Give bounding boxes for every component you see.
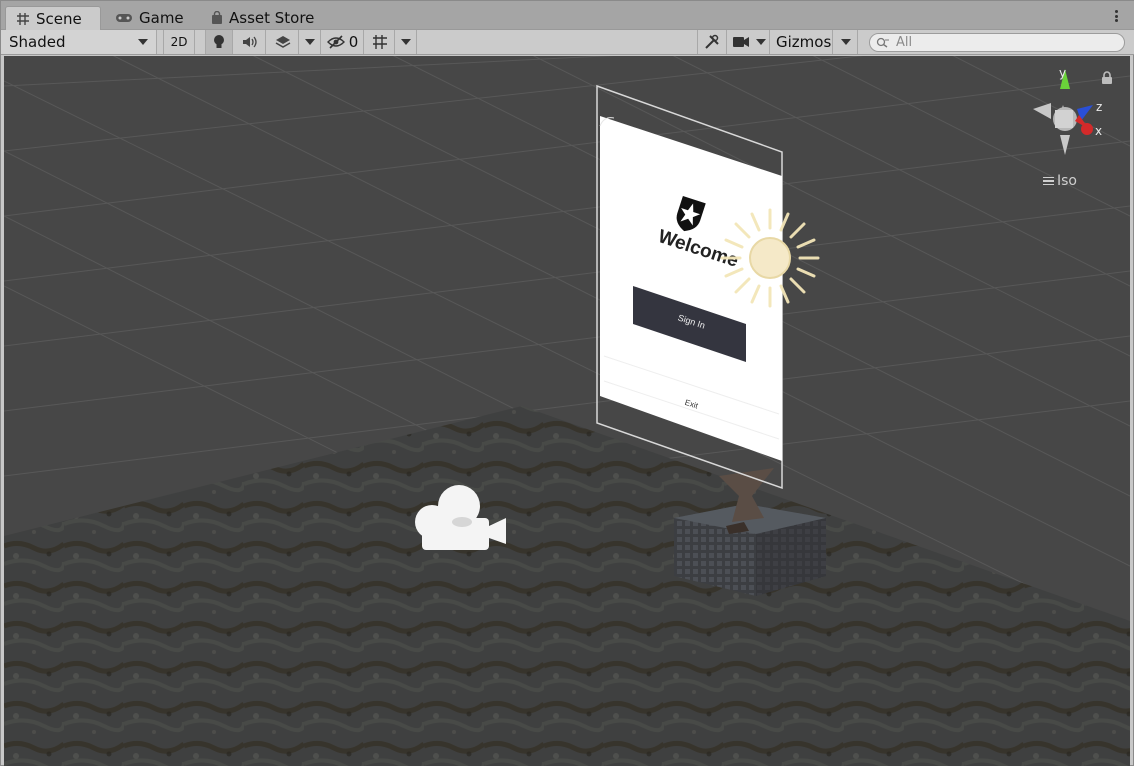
grid-snap-icon xyxy=(372,35,387,49)
search-icon xyxy=(876,37,889,48)
shading-mode-value: Shaded xyxy=(9,33,66,51)
gizmos-dropdown-button[interactable] xyxy=(834,30,858,54)
tab-game[interactable]: Game xyxy=(105,6,195,30)
grid-toggle-button[interactable] xyxy=(365,30,395,54)
camera-settings-button[interactable] xyxy=(728,30,770,54)
menu-icon xyxy=(1043,176,1054,186)
projection-toggle[interactable]: Iso xyxy=(1043,173,1077,189)
shading-mode-dropdown[interactable]: Shaded xyxy=(1,30,157,54)
tab-asset-store-label: Asset Store xyxy=(229,9,315,27)
layers-icon xyxy=(275,36,290,48)
directional-light-icon[interactable] xyxy=(720,208,820,308)
grid-dropdown-button[interactable] xyxy=(395,30,417,54)
scene-visibility-button[interactable]: 0 xyxy=(322,30,364,54)
projection-mode-label: Iso xyxy=(1057,173,1077,189)
gamepad-icon xyxy=(116,14,132,22)
more-options-icon[interactable] xyxy=(1109,7,1123,25)
effects-toggle-button[interactable] xyxy=(267,30,299,54)
tab-bar: Scene Game Asset Store xyxy=(1,1,1134,30)
eye-slash-icon xyxy=(326,35,345,49)
gizmos-button[interactable]: Gizmos xyxy=(771,30,833,54)
lightbulb-icon xyxy=(214,35,224,48)
wrench-icon xyxy=(705,34,719,49)
axis-x-label: x xyxy=(1095,124,1102,138)
terrain xyxy=(4,406,1130,766)
audio-toggle-button[interactable] xyxy=(234,30,266,54)
effects-dropdown-button[interactable] xyxy=(299,30,321,54)
scene-search-field[interactable] xyxy=(869,33,1125,52)
grid-icon xyxy=(17,12,29,25)
chevron-down-icon xyxy=(755,39,766,45)
chevron-down-icon xyxy=(840,39,851,45)
tools-button[interactable] xyxy=(697,30,727,54)
lock-icon[interactable] xyxy=(1101,71,1113,85)
axis-y-label: y xyxy=(1059,66,1066,80)
scene-toolbar: Shaded 2D 0 Gizmos All xyxy=(1,30,1134,55)
toggle-2d-button[interactable]: 2D xyxy=(163,30,195,54)
speaker-icon xyxy=(242,36,257,48)
tab-scene-label: Scene xyxy=(36,9,82,28)
tab-game-label: Game xyxy=(139,9,184,27)
scene-canvas: Welcome Sign In Exit xyxy=(4,56,1130,766)
tab-scene[interactable]: Scene xyxy=(5,6,101,30)
orientation-gizmo[interactable]: y z x xyxy=(1029,65,1109,157)
chevron-down-icon xyxy=(400,39,411,45)
ui-canvas-panel[interactable]: Welcome Sign In Exit xyxy=(596,84,783,490)
scene-viewport[interactable]: Welcome Sign In Exit xyxy=(4,56,1130,766)
lighting-toggle-button[interactable] xyxy=(205,30,233,54)
tab-asset-store[interactable]: Asset Store xyxy=(201,6,331,30)
shopping-bag-icon xyxy=(212,11,222,24)
chevron-down-icon xyxy=(304,39,315,45)
search-input[interactable] xyxy=(896,35,1106,50)
scene-view-window: Scene Game Asset Store Shaded 2D 0 Gizmo… xyxy=(0,0,1134,766)
camera-icon xyxy=(732,37,749,47)
chevron-down-icon xyxy=(138,39,148,45)
hidden-objects-count: 0 xyxy=(348,33,359,51)
axis-z-label: z xyxy=(1096,100,1102,114)
